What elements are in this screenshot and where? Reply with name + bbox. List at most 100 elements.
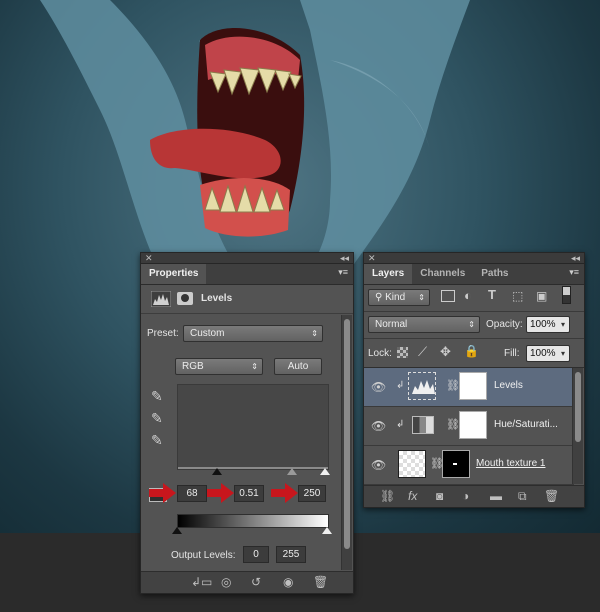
properties-scroll-thumb[interactable] <box>344 319 350 549</box>
dropdown-icon: ▾ <box>560 349 565 358</box>
view-previous-icon[interactable]: ◎ <box>221 575 231 589</box>
preset-value: Custom <box>190 328 225 339</box>
link-layers-icon[interactable]: ⛓ <box>380 489 395 503</box>
eye-icon[interactable]: 👁 <box>371 419 386 433</box>
layer-thumbnail[interactable] <box>398 450 426 478</box>
layers-tabbar: Layers Channels Paths ▾≡ <box>364 264 584 285</box>
tab-properties[interactable]: Properties <box>141 264 207 284</box>
eyedropper-icon[interactable]: ✎ <box>151 432 163 449</box>
fx-icon[interactable]: fx <box>408 489 417 503</box>
close-icon[interactable]: ✕ <box>145 253 153 263</box>
updown-icon: ⇕ <box>311 329 318 338</box>
adjustment-filter-icon[interactable]: ◐ <box>464 288 472 303</box>
panel-menu-icon[interactable]: ▾≡ <box>569 267 579 278</box>
adjustment-layer-icon[interactable]: ◑ <box>462 489 469 503</box>
opacity-field[interactable]: 100% ▾ <box>526 316 570 333</box>
updown-icon: ⇕ <box>418 293 425 302</box>
layers-scroll-thumb[interactable] <box>575 372 581 442</box>
properties-tabbar: Properties ▾≡ <box>141 264 353 285</box>
reset-icon[interactable]: ↺ <box>251 575 261 589</box>
layer-name: Levels <box>494 380 523 391</box>
collapse-icon[interactable]: ◂◂ <box>571 253 580 263</box>
highlight-slider-handle[interactable] <box>320 468 330 475</box>
output-white-handle[interactable] <box>322 527 332 534</box>
filter-toggle-icon[interactable] <box>562 286 571 304</box>
lock-brush-icon[interactable]: ⟋ <box>418 344 427 360</box>
fill-field[interactable]: 100% ▾ <box>526 345 570 362</box>
mask-icon[interactable] <box>177 292 193 305</box>
output-levels-label: Output Levels: <box>171 550 236 561</box>
channel-value: RGB <box>182 361 204 372</box>
tab-paths[interactable]: Paths <box>473 264 516 284</box>
layer-mask-thumbnail[interactable] <box>442 450 470 478</box>
new-layer-icon[interactable]: ⧉ <box>518 489 527 503</box>
clip-to-layer-icon[interactable]: ↲▭ <box>191 575 212 589</box>
lock-position-icon[interactable]: ✥ <box>440 344 451 360</box>
lock-label: Lock: <box>368 348 392 359</box>
pixel-filter-icon[interactable] <box>441 290 455 302</box>
layer-row[interactable]: 👁 ↲ ⛓ Levels <box>364 368 574 407</box>
eyedropper-icon[interactable]: ✎ <box>151 410 163 427</box>
updown-icon: ⇕ <box>251 362 258 371</box>
tab-layers[interactable]: Layers <box>364 264 413 284</box>
auto-button[interactable]: Auto <box>274 358 322 375</box>
opacity-label: Opacity: <box>486 319 523 330</box>
hue-saturation-icon[interactable] <box>412 416 434 434</box>
link-icon[interactable]: ⛓ <box>446 418 460 431</box>
layer-name: Mouth texture 1 <box>476 458 546 469</box>
input-highlight-field[interactable]: 250 <box>298 485 326 502</box>
layer-mask-thumbnail[interactable] <box>459 411 487 439</box>
layer-row[interactable]: 👁 ⛓ Mouth texture 1 <box>364 446 574 485</box>
close-icon[interactable]: ✕ <box>368 253 376 263</box>
output-black-handle[interactable] <box>172 527 182 534</box>
type-filter-icon[interactable]: T <box>488 287 496 302</box>
lock-all-icon[interactable]: 🔒 <box>464 344 479 358</box>
filter-kind-value: Kind <box>385 292 406 303</box>
properties-panel: ✕ ◂◂ Properties ▾≡ Levels Preset: Custom… <box>140 252 354 594</box>
properties-scrollbar[interactable] <box>341 315 352 570</box>
eye-icon[interactable]: 👁 <box>371 458 386 472</box>
properties-bottom-bar: ↲▭ ◎ ↺ ◉ 🗑 <box>141 571 353 593</box>
output-black-field[interactable]: 0 <box>243 546 269 563</box>
eye-icon[interactable]: ◉ <box>283 575 293 589</box>
output-white-field[interactable]: 255 <box>276 546 306 563</box>
dropdown-icon: ▾ <box>560 320 565 329</box>
panel-menu-icon[interactable]: ▾≡ <box>338 267 348 278</box>
fill-value: 100% <box>530 348 556 359</box>
opacity-value: 100% <box>530 319 556 330</box>
lock-transparent-icon[interactable] <box>397 347 408 358</box>
tab-channels[interactable]: Channels <box>412 264 473 284</box>
layer-name: Hue/Saturati... <box>494 419 558 430</box>
output-gradient <box>177 514 329 528</box>
eyedropper-icon[interactable]: ✎ <box>151 388 163 405</box>
midtone-slider-handle[interactable] <box>287 468 297 475</box>
folder-icon[interactable]: ▬ <box>490 489 502 503</box>
trash-icon[interactable]: 🗑 <box>313 575 328 589</box>
blend-mode-dropdown[interactable]: Normal ⇕ <box>368 316 480 333</box>
link-icon[interactable]: ⛓ <box>446 379 460 392</box>
filter-kind-dropdown[interactable]: ⚲ Kind ⇕ <box>368 289 430 306</box>
shape-filter-icon[interactable]: ⬚ <box>512 289 523 303</box>
add-mask-icon[interactable]: ◙ <box>436 489 443 503</box>
input-shadow-field[interactable]: 68 <box>177 485 207 502</box>
eye-icon[interactable]: 👁 <box>371 380 386 394</box>
layer-mask-thumbnail[interactable] <box>459 372 487 400</box>
annotation-arrow <box>149 483 176 503</box>
smart-object-filter-icon[interactable]: ▣ <box>536 289 547 303</box>
updown-icon: ⇕ <box>468 320 475 329</box>
shadow-slider-handle[interactable] <box>212 468 222 475</box>
levels-adjustment-icon[interactable] <box>408 372 436 400</box>
fill-label: Fill: <box>504 348 520 359</box>
layers-scrollbar[interactable] <box>572 368 583 484</box>
layer-row[interactable]: 👁 ↲ ⛓ Hue/Saturati... <box>364 407 574 446</box>
adjustment-title: Levels <box>201 293 233 304</box>
layers-panel-topbar[interactable]: ✕ ◂◂ <box>364 253 584 264</box>
collapse-icon[interactable]: ◂◂ <box>340 253 349 263</box>
clip-icon: ↲ <box>396 419 405 430</box>
properties-panel-topbar[interactable]: ✕ ◂◂ <box>141 253 353 264</box>
preset-dropdown[interactable]: Custom ⇕ <box>183 325 323 342</box>
channel-dropdown[interactable]: RGB ⇕ <box>175 358 263 375</box>
histogram <box>177 384 329 470</box>
input-midtone-field[interactable]: 0.51 <box>234 485 264 502</box>
trash-icon[interactable]: 🗑 <box>544 489 559 503</box>
